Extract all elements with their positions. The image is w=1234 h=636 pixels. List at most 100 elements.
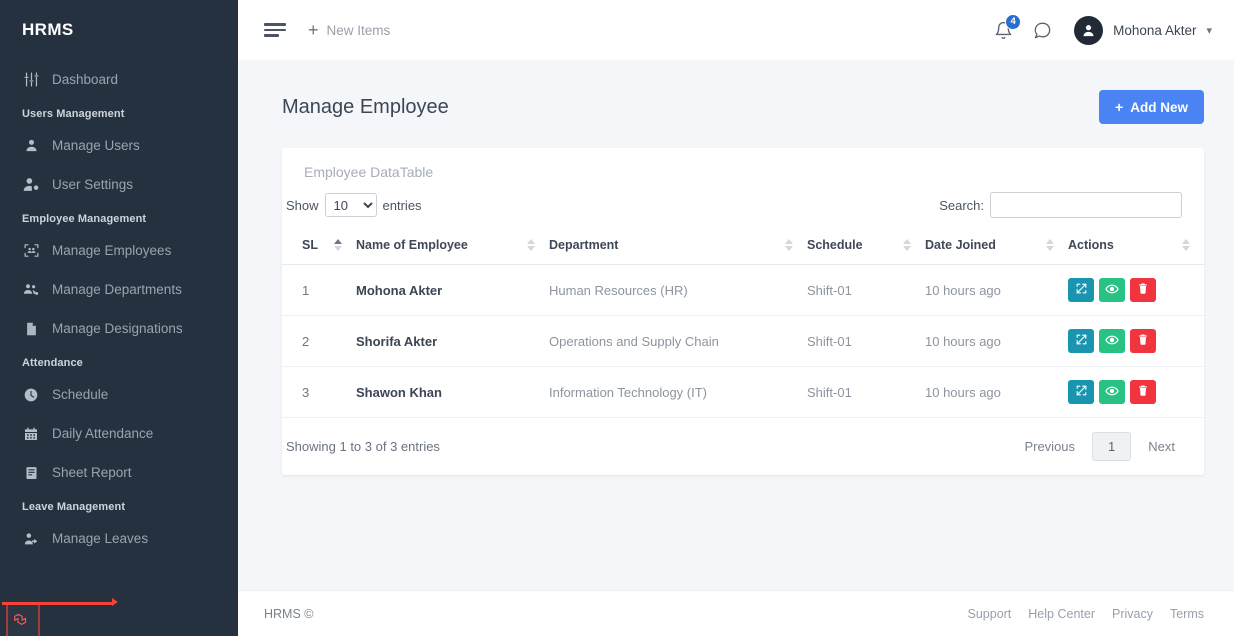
cell-actions: [1068, 315, 1204, 367]
pagination-page-1[interactable]: 1: [1092, 432, 1132, 461]
sidebar-item-label: Daily Attendance: [52, 426, 154, 441]
new-items-label: New Items: [326, 22, 391, 38]
card-title: Employee DataTable: [304, 164, 434, 180]
plus-icon: +: [308, 20, 319, 40]
cell-actions: [1068, 366, 1204, 418]
delete-button[interactable]: [1130, 329, 1156, 353]
search-input[interactable]: [990, 192, 1182, 218]
add-new-button[interactable]: + Add New: [1099, 90, 1204, 124]
topbar-right: 4 Mohona Akter ▾: [994, 13, 1212, 45]
pencil-square-icon: [1075, 384, 1088, 400]
sliders-icon: [22, 71, 40, 89]
column-department[interactable]: Department: [549, 228, 807, 265]
laravel-debugbar-tab[interactable]: [2, 598, 118, 636]
edit-button[interactable]: [1068, 329, 1094, 353]
laravel-logo-icon: [14, 613, 27, 625]
user-gear-icon: [22, 176, 40, 194]
sidebar-item-schedule[interactable]: Schedule: [0, 375, 238, 414]
sidebar-item-sheet-report[interactable]: Sheet Report: [0, 453, 238, 492]
sort-indicator-icon: [1182, 239, 1204, 251]
delete-button[interactable]: [1130, 278, 1156, 302]
column-sl[interactable]: SL: [282, 228, 356, 265]
pencil-square-icon: [1075, 282, 1088, 298]
hamburger-icon[interactable]: [264, 23, 286, 37]
sidebar-item-manage-departments[interactable]: Manage Departments: [0, 270, 238, 309]
column-name[interactable]: Name of Employee: [356, 228, 549, 265]
brand-logo[interactable]: HRMS: [0, 0, 238, 60]
user-menu[interactable]: Mohona Akter ▾: [1074, 15, 1212, 45]
datatable-footer: Showing 1 to 3 of 3 entries Previous 1 N…: [282, 418, 1204, 475]
column-date-joined[interactable]: Date Joined: [925, 228, 1068, 265]
hamburger-line: [264, 23, 286, 26]
employee-table: SL Name of Employee Department Schedule Date…: [282, 228, 1204, 418]
table-row: 1 Mohona Akter Human Resources (HR) Shift-0…: [282, 264, 1204, 316]
footer-link-support[interactable]: Support: [968, 607, 1012, 621]
table-head: SL Name of Employee Department Schedule Date…: [282, 228, 1204, 265]
avatar: [1074, 15, 1104, 45]
employee-datatable-card: Employee DataTable Show 102550100 entrie…: [282, 148, 1204, 475]
messages-button[interactable]: [1033, 21, 1052, 40]
leave-arrow-icon: [22, 530, 40, 548]
eye-icon: [1105, 384, 1119, 401]
column-actions[interactable]: Actions: [1068, 228, 1204, 265]
sidebar-section-leave-management: Leave Management: [22, 501, 126, 513]
pagination-next[interactable]: Next: [1135, 433, 1188, 460]
notifications-button[interactable]: 4: [994, 13, 1022, 40]
page-title: Manage Employee: [282, 95, 449, 118]
edit-button[interactable]: [1068, 278, 1094, 302]
row-action-group: [1068, 380, 1204, 404]
cell-date-joined: 10 hours ago: [925, 264, 1068, 316]
sidebar-item-manage-leaves[interactable]: Manage Leaves: [0, 519, 238, 558]
column-schedule[interactable]: Schedule: [807, 228, 925, 265]
main-area: + New Items 4 Mohona Akter ▾ Manage Empl…: [238, 0, 1234, 636]
pagination-previous[interactable]: Previous: [1011, 433, 1088, 460]
sort-indicator-icon: [334, 239, 356, 251]
footer-link-terms[interactable]: Terms: [1170, 607, 1204, 621]
footer-link-help-center[interactable]: Help Center: [1028, 607, 1095, 621]
column-label: Department: [549, 238, 619, 252]
column-label: Actions: [1068, 238, 1114, 252]
cell-name: Shawon Khan: [356, 366, 549, 418]
page-header: Manage Employee + Add New: [282, 90, 1204, 124]
sort-indicator-icon: [903, 239, 925, 251]
table-row: 2 Shorifa Akter Operations and Supply Chai…: [282, 315, 1204, 367]
view-button[interactable]: [1099, 380, 1125, 404]
sidebar-item-daily-attendance[interactable]: Daily Attendance: [0, 414, 238, 453]
pencil-square-icon: [1075, 333, 1088, 349]
edit-button[interactable]: [1068, 380, 1094, 404]
page-length-control: Show 102550100 entries: [284, 193, 422, 217]
sidebar-item-label: User Settings: [52, 177, 134, 192]
column-label: Name of Employee: [356, 238, 468, 252]
cell-department: Human Resources (HR): [549, 264, 807, 316]
hamburger-line: [264, 28, 286, 32]
sidebar-item-dashboard[interactable]: Dashboard: [0, 60, 238, 99]
cell-schedule: Shift-01: [807, 315, 925, 367]
view-button[interactable]: [1099, 278, 1125, 302]
sidebar-section-users-management: Users Management: [22, 108, 125, 120]
sidebar-item-user-settings[interactable]: User Settings: [0, 165, 238, 204]
clock-icon: [22, 386, 40, 404]
document-icon: [22, 320, 40, 338]
cell-schedule: Shift-01: [807, 366, 925, 418]
debugbar-arrow-icon: [112, 598, 118, 606]
sidebar-section-attendance: Attendance: [22, 357, 83, 369]
delete-button[interactable]: [1130, 380, 1156, 404]
trash-icon: [1137, 384, 1149, 400]
page-length-select[interactable]: 102550100: [324, 193, 377, 217]
user-avatar-icon: [1083, 24, 1094, 36]
sidebar-item-manage-employees[interactable]: Manage Employees: [0, 231, 238, 270]
footer-link-privacy[interactable]: Privacy: [1112, 607, 1153, 621]
table-row: 3 Shawon Khan Information Technology (IT) S…: [282, 366, 1204, 418]
search-control: Search:: [939, 192, 1182, 218]
column-label: Schedule: [807, 238, 863, 252]
new-items-button[interactable]: + New Items: [308, 21, 390, 39]
entries-label: entries: [382, 197, 422, 213]
row-action-group: [1068, 278, 1204, 302]
app-root: HRMS Dashboard Users Management Manage Use…: [0, 0, 1234, 636]
sidebar-item-label: Sheet Report: [52, 465, 132, 480]
view-button[interactable]: [1099, 329, 1125, 353]
trash-icon: [1137, 282, 1149, 298]
sidebar-item-manage-designations[interactable]: Manage Designations: [0, 309, 238, 348]
chevron-down-icon: ▾: [1206, 24, 1212, 37]
sidebar-item-manage-users[interactable]: Manage Users: [0, 126, 238, 165]
